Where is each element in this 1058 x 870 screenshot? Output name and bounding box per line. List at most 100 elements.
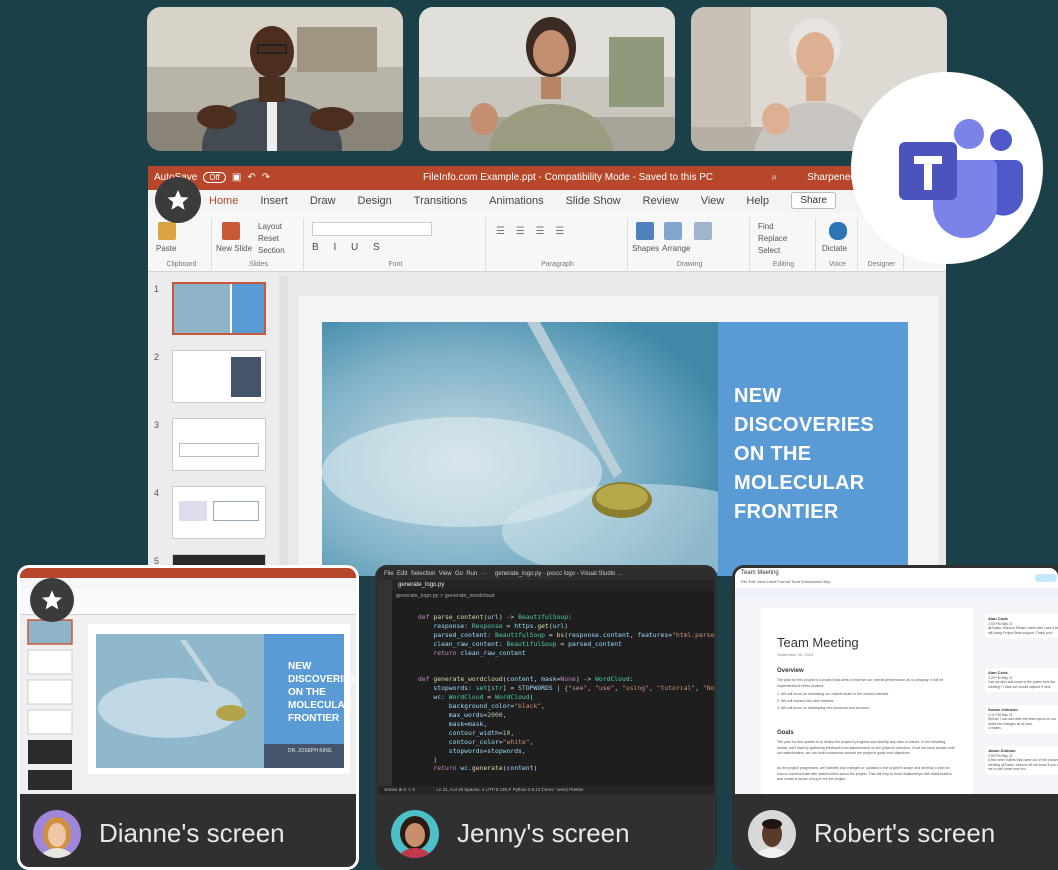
participant-video-1[interactable] xyxy=(147,7,403,151)
font-group: B I U S Font xyxy=(306,218,486,270)
new-slide-button[interactable]: New Slide xyxy=(216,244,252,253)
comment-1[interactable]: Alan Cook 2:00 PM May 21 @Susan Johnson Pl… xyxy=(985,614,1058,639)
comment-4[interactable]: Jason Dobson 2:55 PM May 21 A few other bu… xyxy=(985,746,1058,775)
shapes-icon[interactable] xyxy=(636,222,654,240)
screen-card-robert[interactable]: Team Meeting File Edit View Insert Forma… xyxy=(732,565,1058,870)
doc-heading-goals: Goals xyxy=(777,730,794,736)
slide-thumbnail-pane: 1 2 3 4 5 xyxy=(148,272,278,576)
font-name-select[interactable] xyxy=(312,222,432,236)
doc-list-item-2: 2. We will expand into new markets. xyxy=(777,699,835,703)
editing-label: Editing xyxy=(772,261,795,268)
section-button[interactable]: Section xyxy=(258,246,285,255)
tab-insert[interactable]: Insert xyxy=(249,195,299,207)
slide-canvas: NEW DISCOVERIES ON THE MOLECULAR FRONTIE… xyxy=(298,296,938,576)
arrange-icon[interactable] xyxy=(664,222,682,240)
dianne-slide-subtitle: DR. JOSEPH KING xyxy=(288,748,332,754)
screen-card-dianne[interactable]: NEW DISCOVERIES ON THE MOLECULAR FRONTIE… xyxy=(17,565,359,870)
avatar-dianne xyxy=(33,810,81,858)
participant-video-1-image xyxy=(147,7,403,151)
docs-title-bar: Team Meeting xyxy=(741,570,779,576)
screen-owner-name: Dianne's screen xyxy=(99,818,285,848)
tab-animations[interactable]: Animations xyxy=(478,195,554,207)
replace-button[interactable]: Replace xyxy=(758,234,787,243)
vscode-breadcrumb: generate_logo.py > generate_wordcloud xyxy=(396,593,495,599)
doc-heading-overview: Overview xyxy=(777,668,804,674)
drawing-group: Shapes Arrange Drawing xyxy=(630,218,750,270)
vscode-activity-bar[interactable] xyxy=(378,580,392,794)
paste-button[interactable]: Paste xyxy=(156,244,176,253)
shared-screen-main[interactable]: AutoSave Off ▣ ↶ ↷ FileInfo.com Example.… xyxy=(148,166,946,576)
paste-icon[interactable] xyxy=(158,222,176,240)
current-slide[interactable]: NEW DISCOVERIES ON THE MOLECULAR FRONTIE… xyxy=(322,322,908,576)
share-button[interactable]: Share xyxy=(791,192,836,209)
spotlight-button[interactable] xyxy=(155,177,201,223)
docs-toolbar[interactable] xyxy=(735,588,1058,598)
tab-help[interactable]: Help xyxy=(735,195,780,207)
shapes-button[interactable]: Shapes xyxy=(632,244,659,253)
vscode-statusbar: stories ⊗ 0 ⚠ 0 Ln 31, Col 26 Spaces: 4 … xyxy=(378,786,714,794)
teams-logo-icon xyxy=(899,119,1023,238)
paragraph-buttons[interactable]: ☰ ☰ ☰ ☰ xyxy=(496,226,568,237)
reset-button[interactable]: Reset xyxy=(258,234,279,243)
docs-header: Team Meeting File Edit View Insert Forma… xyxy=(735,568,1058,588)
slides-group: New Slide Layout Reset Section Slides xyxy=(214,218,304,270)
tab-view[interactable]: View xyxy=(690,195,736,207)
slide-number-2: 2 xyxy=(154,352,160,362)
slide-thumbnail-3[interactable] xyxy=(172,418,266,471)
document-title: FileInfo.com Example.ppt - Compatibility… xyxy=(423,172,714,183)
comment-2[interactable]: Alan Cook 2:20 PM May 21 Can we also add s… xyxy=(985,668,1058,693)
docs-share-button[interactable] xyxy=(1035,574,1057,582)
participant-video-2-image xyxy=(419,7,675,151)
user-name: Sharpened xyxy=(807,172,856,183)
participant-video-2[interactable] xyxy=(419,7,675,151)
avatar-robert xyxy=(748,810,796,858)
select-button[interactable]: Select xyxy=(758,246,780,255)
slide-title: NEW DISCOVERIES ON THE MOLECULAR FRONTIE… xyxy=(734,385,874,523)
microphone-icon[interactable] xyxy=(829,222,847,240)
search-icon[interactable]: ⌕ xyxy=(771,172,777,183)
undo-icon[interactable]: ↶ xyxy=(247,172,255,183)
tab-draw[interactable]: Draw xyxy=(299,195,347,207)
tab-slide-show[interactable]: Slide Show xyxy=(555,195,632,207)
docs-menu: File Edit View Insert Format Tools Exten… xyxy=(741,579,831,584)
clipboard-group: Paste Clipboard xyxy=(152,218,212,270)
drawing-label: Drawing xyxy=(676,261,703,268)
avatar-jenny xyxy=(391,810,439,858)
clipboard-label: Clipboard xyxy=(166,261,197,268)
find-button[interactable]: Find xyxy=(758,222,774,231)
star-icon xyxy=(41,590,63,610)
paragraph-label: Paragraph xyxy=(541,261,574,268)
dianne-slide-title: NEW DISCOVERIES ON THE MOLECULAR FRONTIE… xyxy=(288,661,356,724)
autosave-toggle[interactable]: Off xyxy=(203,172,226,183)
tab-design[interactable]: Design xyxy=(347,195,403,207)
thumbnail-scrollbar[interactable] xyxy=(280,276,288,572)
dictate-button[interactable]: Dictate xyxy=(822,244,847,253)
tab-transitions[interactable]: Transitions xyxy=(403,195,478,207)
slide-thumbnail-1[interactable] xyxy=(172,282,266,335)
redo-icon[interactable]: ↷ xyxy=(262,172,270,183)
ppt-title-bar: AutoSave Off ▣ ↶ ↷ FileInfo.com Example.… xyxy=(148,166,946,190)
slides-label: Slides xyxy=(248,261,269,268)
card-label-jenny: Jenny's screen xyxy=(375,794,717,870)
screen-owner-name: Robert's screen xyxy=(814,818,996,848)
vscode-tab[interactable]: generate_logo.py xyxy=(392,580,714,591)
spotlight-button-dianne[interactable] xyxy=(30,578,74,622)
slide-thumbnail-2[interactable] xyxy=(172,350,266,403)
doc-date: September 04, 2023 xyxy=(777,652,814,657)
comment-3[interactable]: Susan Johnson 2:41 PM May 21 Will do! I ca… xyxy=(985,705,1058,734)
save-icon[interactable]: ▣ xyxy=(232,172,241,183)
font-format-buttons[interactable]: B I U S xyxy=(312,242,386,253)
tab-home[interactable]: Home xyxy=(198,195,249,207)
new-slide-icon[interactable] xyxy=(222,222,240,240)
screen-preview-jenny: File Edit Selection View Go Run ··· gene… xyxy=(378,568,714,794)
slide-thumbnail-4[interactable] xyxy=(172,486,266,539)
layout-button[interactable]: Layout xyxy=(258,222,282,231)
tab-review[interactable]: Review xyxy=(632,195,690,207)
code-content[interactable]: def parse_content(url) -> BeautifulSoup:… xyxy=(418,613,714,773)
paragraph-group: ☰ ☰ ☰ ☰ Paragraph xyxy=(488,218,628,270)
quick-styles-icon[interactable] xyxy=(694,222,712,240)
arrange-button[interactable]: Arrange xyxy=(662,244,690,253)
ribbon: Paste Clipboard New Slide Layout Reset S… xyxy=(148,212,946,272)
screen-preview-robert: Team Meeting File Edit View Insert Forma… xyxy=(735,568,1058,794)
screen-card-jenny[interactable]: File Edit Selection View Go Run ··· gene… xyxy=(375,565,717,870)
